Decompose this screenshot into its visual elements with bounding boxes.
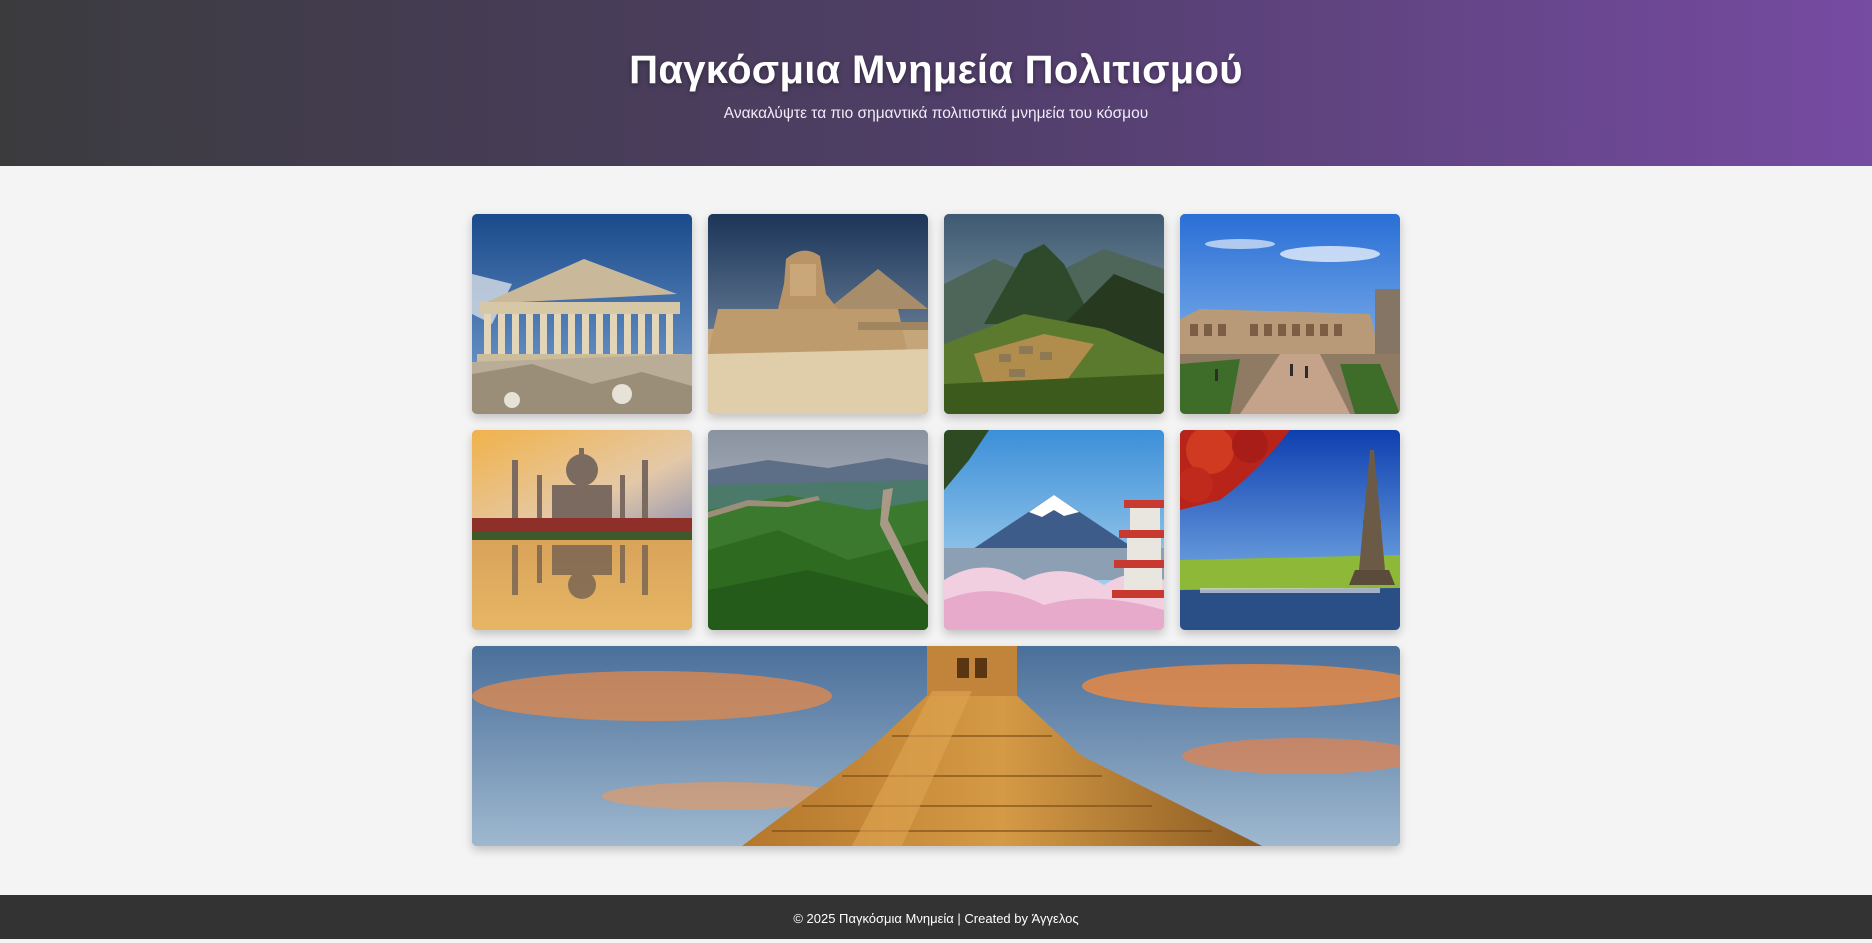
- page-subtitle: Ανακαλύψτε τα πιο σημαντικά πολιτιστικά …: [723, 105, 1149, 122]
- gallery-item-eiffel-tower[interactable]: [1180, 430, 1400, 630]
- mount-fuji-photo: [944, 430, 1164, 630]
- gallery-item-colosseum[interactable]: [1180, 214, 1400, 414]
- sphinx-photo: [708, 214, 928, 414]
- parthenon-photo: [472, 214, 692, 414]
- monument-gallery: [472, 214, 1400, 846]
- gallery-item-sphinx[interactable]: [708, 214, 928, 414]
- gallery-item-chichen-itza[interactable]: [472, 646, 1400, 846]
- footer-credits: © 2025 Παγκόσμια Μνημεία | Created by Άγ…: [793, 911, 1079, 926]
- colosseum-photo: [1180, 214, 1400, 414]
- site-footer: © 2025 Παγκόσμια Μνημεία | Created by Άγ…: [0, 895, 1872, 939]
- taj-mahal-photo: [472, 430, 692, 630]
- gallery-item-great-wall[interactable]: [708, 430, 928, 630]
- eiffel-tower-photo: [1180, 430, 1400, 630]
- page-title: Παγκόσμια Μνημεία Πολιτισμού: [629, 48, 1243, 92]
- great-wall-photo: [708, 430, 928, 630]
- chichen-itza-photo: [472, 646, 1400, 846]
- gallery-item-mount-fuji[interactable]: [944, 430, 1164, 630]
- machu-picchu-photo: [944, 214, 1164, 414]
- gallery-item-machu-picchu[interactable]: [944, 214, 1164, 414]
- site-header: Παγκόσμια Μνημεία Πολιτισμού Ανακαλύψτε …: [0, 0, 1872, 166]
- gallery-item-parthenon[interactable]: [472, 214, 692, 414]
- gallery-item-taj-mahal[interactable]: [472, 430, 692, 630]
